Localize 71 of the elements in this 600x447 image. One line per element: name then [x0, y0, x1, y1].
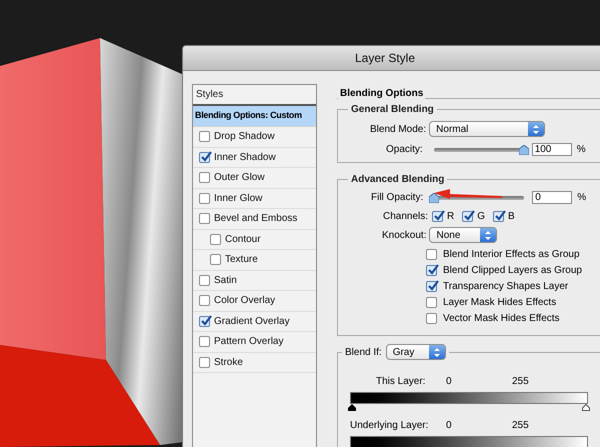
slider-thumb[interactable]	[518, 144, 529, 154]
low-slider-thumb[interactable]	[348, 404, 356, 411]
field-label: Knockout:	[382, 228, 426, 242]
checked-checkbox[interactable]	[199, 152, 210, 163]
style-item[interactable]: Blending Options: Custom	[193, 106, 316, 127]
slider-thumb[interactable]	[429, 192, 440, 202]
knockout-select[interactable]: None	[429, 227, 498, 243]
style-item[interactable]: Drop Shadow	[214, 129, 275, 144]
style-item[interactable]: Satin	[214, 272, 237, 288]
checked-checkbox[interactable]	[493, 211, 504, 222]
high-value: 255	[512, 418, 529, 432]
style-item[interactable]: Inner Glow	[214, 190, 262, 206]
field-label: Fill Opacity:	[371, 191, 424, 205]
checked-checkbox[interactable]	[199, 316, 210, 327]
checkbox[interactable]	[199, 131, 210, 142]
high-slider-thumb[interactable]	[582, 404, 590, 411]
group-title: Advanced Blending	[348, 172, 448, 187]
field-label: Channels:	[383, 210, 428, 224]
checked-checkbox[interactable]	[462, 211, 474, 222]
stepper-arrows-icon	[428, 345, 445, 359]
unit-label: %	[576, 143, 586, 157]
section-title: Blending Options	[338, 86, 426, 101]
checkbox[interactable]	[199, 213, 210, 224]
blend-mode-select[interactable]: Normal	[429, 121, 546, 137]
fill-opacity-field[interactable]: 0	[532, 191, 572, 204]
option-label: Blend Clipped Layers as Group	[443, 264, 582, 278]
option-label: Blend Interior Effects as Group	[443, 248, 580, 262]
style-item[interactable]: Color Overlay	[214, 293, 276, 308]
low-value: 0	[446, 374, 453, 388]
checked-checkbox[interactable]	[426, 264, 437, 276]
style-item[interactable]: Contour	[225, 232, 261, 247]
style-item[interactable]: Pattern Overlay	[214, 334, 284, 350]
style-item[interactable]: Gradient Overlay	[214, 314, 290, 329]
checkbox[interactable]	[199, 356, 210, 368]
checkbox[interactable]	[426, 248, 437, 260]
layer-label: This Layer:	[375, 374, 426, 388]
checkbox[interactable]	[199, 295, 210, 306]
checkbox[interactable]	[199, 274, 210, 286]
style-item[interactable]: Inner Shadow	[214, 150, 276, 165]
option-label: Vector Mask Hides Effects	[443, 312, 560, 326]
layer-label: Underlying Layer:	[350, 418, 430, 432]
style-item[interactable]: Texture	[225, 252, 258, 268]
stepper-arrows-icon	[480, 228, 496, 242]
style-item[interactable]: Bevel and Emboss	[214, 211, 298, 226]
checkbox[interactable]	[426, 312, 437, 324]
checkbox[interactable]	[199, 192, 210, 204]
opacity-field[interactable]: 100	[532, 143, 572, 156]
field-label: Opacity:	[386, 143, 423, 157]
field-label: Blend If:	[345, 346, 382, 360]
window-title: Layer Style	[354, 50, 416, 67]
channel-label: G	[477, 210, 486, 224]
checkbox[interactable]	[426, 296, 437, 308]
checkbox[interactable]	[199, 172, 210, 184]
stepper-arrows-icon	[528, 122, 544, 136]
field-label: Blend Mode:	[370, 122, 426, 136]
checked-checkbox[interactable]	[432, 211, 444, 222]
checkbox[interactable]	[210, 234, 221, 245]
style-item[interactable]: Stroke	[214, 354, 243, 370]
channel-label: B	[508, 210, 515, 224]
group-title: General Blending	[348, 102, 437, 117]
option-label: Layer Mask Hides Effects	[443, 296, 556, 310]
high-value: 255	[512, 374, 529, 388]
unit-label: %	[577, 191, 586, 205]
checkbox[interactable]	[199, 336, 210, 348]
checkbox[interactable]	[210, 254, 221, 266]
low-value: 0	[446, 418, 453, 432]
checked-checkbox[interactable]	[426, 280, 437, 292]
option-label: Transparency Shapes Layer	[443, 280, 568, 294]
blend-if-select[interactable]: Gray	[386, 344, 446, 360]
style-item[interactable]: Outer Glow	[214, 170, 265, 186]
channel-label: R	[447, 210, 454, 224]
